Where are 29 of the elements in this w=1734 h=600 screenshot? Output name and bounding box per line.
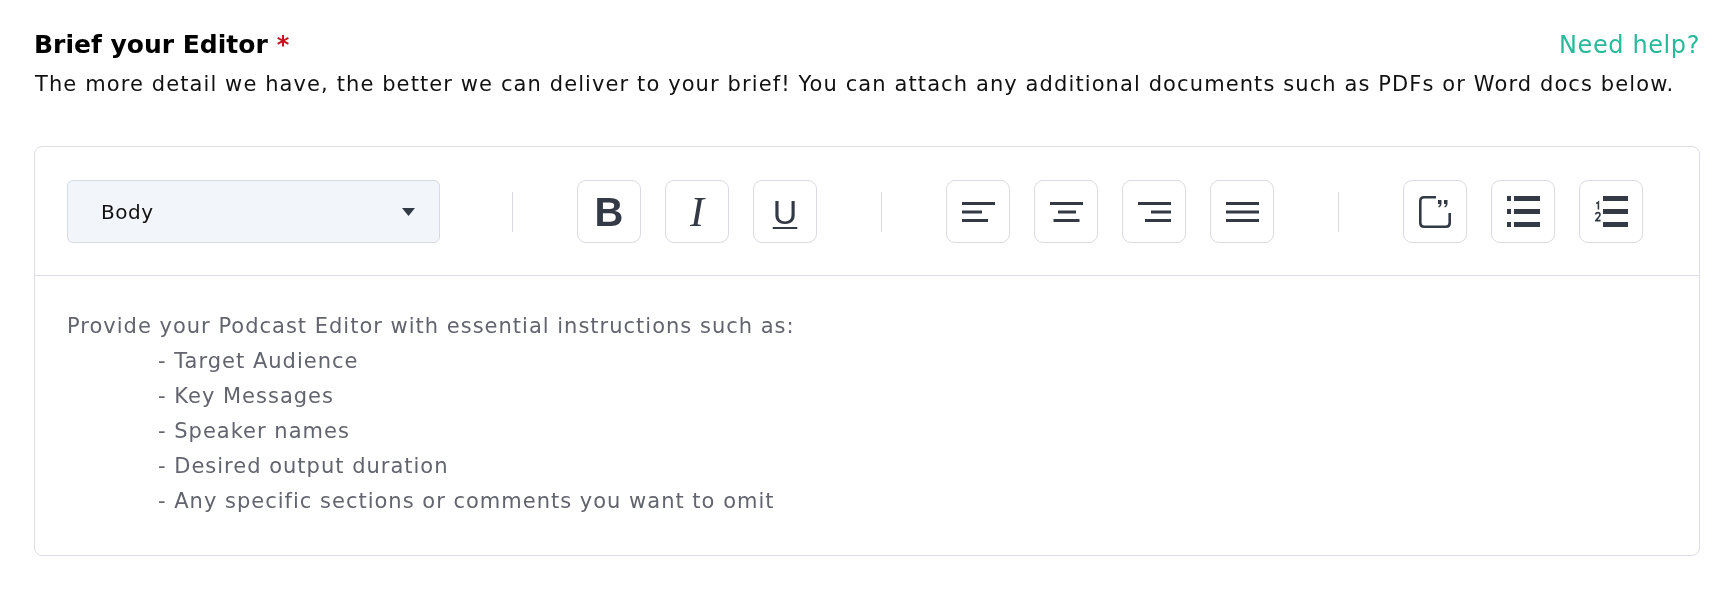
underline-button[interactable]: U bbox=[753, 180, 817, 243]
placeholder-text: Provide your Podcast Editor with essential instructions such as: bbox=[67, 313, 796, 340]
style-dropdown[interactable]: Body bbox=[67, 180, 440, 243]
numbered-list-icon bbox=[1594, 196, 1628, 227]
editor-text-field[interactable]: Provide your Podcast Editor with essential instructions such as: - Target Audience - Key Messages - Speaker names - Desired output duration - Any specific sections or comments you want to omit bbox=[35, 276, 1699, 555]
align-center-icon bbox=[1049, 201, 1083, 222]
placeholder-list-item: - Speaker names bbox=[157, 418, 351, 445]
bulleted-list-icon bbox=[1506, 196, 1540, 227]
bold-button[interactable]: B bbox=[577, 180, 641, 243]
italic-button[interactable]: I bbox=[665, 180, 729, 243]
placeholder-list-item: - Any specific sections or comments you want to omit bbox=[157, 488, 776, 515]
quote-button[interactable] bbox=[1403, 180, 1467, 243]
align-left-button[interactable] bbox=[946, 180, 1010, 243]
justify-icon bbox=[1225, 201, 1259, 222]
section-title: Brief your Editor bbox=[34, 29, 268, 61]
placeholder-list-item: - Key Messages bbox=[157, 383, 335, 410]
numbered-list-button[interactable] bbox=[1579, 180, 1643, 243]
caret-icon bbox=[402, 207, 415, 216]
align-right-icon bbox=[1137, 201, 1171, 222]
align-left-icon bbox=[961, 201, 995, 222]
justify-button[interactable] bbox=[1210, 180, 1274, 243]
placeholder-list-item: - Target Audience bbox=[157, 348, 360, 375]
placeholder-list-item: - Desired output duration bbox=[157, 453, 450, 480]
align-right-button[interactable] bbox=[1122, 180, 1186, 243]
required-asterisk: * bbox=[276, 30, 290, 61]
description-text: The more detail we have, the better we can deliver to your brief! You can attach any additional documents such as PDFs or Word docs below. bbox=[35, 71, 1676, 98]
quote-icon bbox=[1419, 195, 1451, 228]
align-center-button[interactable] bbox=[1034, 180, 1098, 243]
bulleted-list-button[interactable] bbox=[1491, 180, 1555, 243]
